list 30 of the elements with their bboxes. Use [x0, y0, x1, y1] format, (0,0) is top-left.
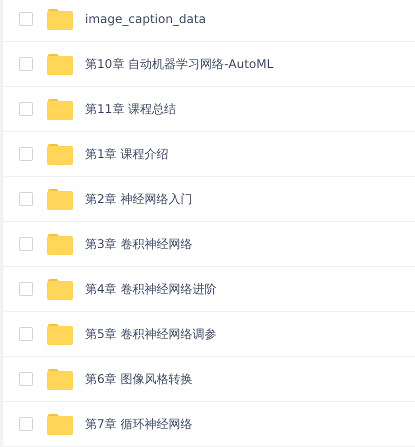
checkbox[interactable] — [19, 372, 33, 386]
folder-icon — [47, 98, 73, 120]
folder-icon — [47, 368, 73, 390]
folder-name[interactable]: 第6章 图像风格转换 — [85, 370, 192, 388]
checkbox[interactable] — [19, 282, 33, 296]
folder-icon — [47, 323, 73, 345]
checkbox[interactable] — [19, 57, 33, 71]
folder-name[interactable]: 第7章 循环神经网络 — [85, 416, 192, 432]
checkbox[interactable] — [19, 102, 33, 116]
folder-icon — [47, 8, 73, 30]
folder-icon — [47, 233, 73, 255]
folder-name[interactable]: 第4章 卷积神经网络进阶 — [85, 280, 216, 298]
folder-icon — [47, 278, 73, 300]
folder-name[interactable]: 第10章 自动机器学习网络-AutoML — [85, 56, 274, 72]
folder-icon — [47, 413, 73, 435]
checkbox[interactable] — [19, 147, 33, 161]
folder-name[interactable]: 第3章 卷积神经网络 — [85, 236, 192, 252]
folder-name[interactable]: image_caption_data — [85, 12, 206, 26]
checkbox[interactable] — [19, 417, 33, 431]
folder-name[interactable]: 第5章 卷积神经网络调参 — [85, 326, 216, 342]
folder-name[interactable]: 第11章 课程总结 — [85, 100, 176, 118]
checkbox[interactable] — [19, 327, 33, 341]
folder-icon — [47, 143, 73, 165]
folder-name[interactable]: 第1章 课程介绍 — [85, 146, 168, 162]
checkbox[interactable] — [19, 12, 33, 26]
folder-icon — [47, 188, 73, 210]
checkbox[interactable] — [19, 192, 33, 206]
folder-icon — [47, 53, 73, 75]
folder-name[interactable]: 第2章 神经网络入门 — [85, 190, 192, 208]
checkbox[interactable] — [19, 237, 33, 251]
